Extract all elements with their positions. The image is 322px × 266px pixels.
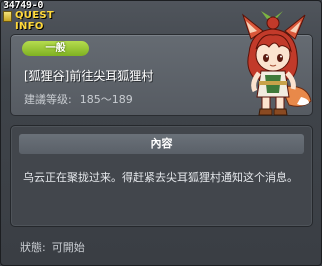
recommended-level: 建議等级: 185〜189 bbox=[24, 91, 133, 107]
quest-info-icon bbox=[3, 11, 12, 22]
quest-description: 乌云正在聚拢过来。得赶紧去尖耳狐狸村通知这个消息。 bbox=[23, 171, 298, 184]
quest-content-panel: 內容 乌云正在聚拢过来。得赶紧去尖耳狐狸村通知这个消息。 bbox=[10, 125, 313, 227]
quest-info-window: 34749-0 QUEST INFO 一般 [狐狸谷]前往尖耳狐狸村 建議等级:… bbox=[0, 0, 322, 266]
quest-type-badge: 一般 bbox=[22, 41, 89, 56]
quest-title: [狐狸谷]前往尖耳狐狸村 bbox=[24, 69, 154, 83]
window-title: QUEST INFO bbox=[15, 10, 54, 32]
status-value: 可開始 bbox=[51, 241, 85, 254]
level-label: 建議等级: bbox=[24, 93, 72, 106]
fox-girl-npc-icon bbox=[241, 11, 312, 116]
quest-status: 狀態: 可開始 bbox=[20, 239, 85, 255]
title-bar[interactable]: QUEST INFO bbox=[2, 10, 80, 32]
status-label: 狀態: bbox=[20, 241, 46, 254]
level-value: 185〜189 bbox=[79, 93, 133, 106]
content-header: 內容 bbox=[19, 134, 304, 154]
